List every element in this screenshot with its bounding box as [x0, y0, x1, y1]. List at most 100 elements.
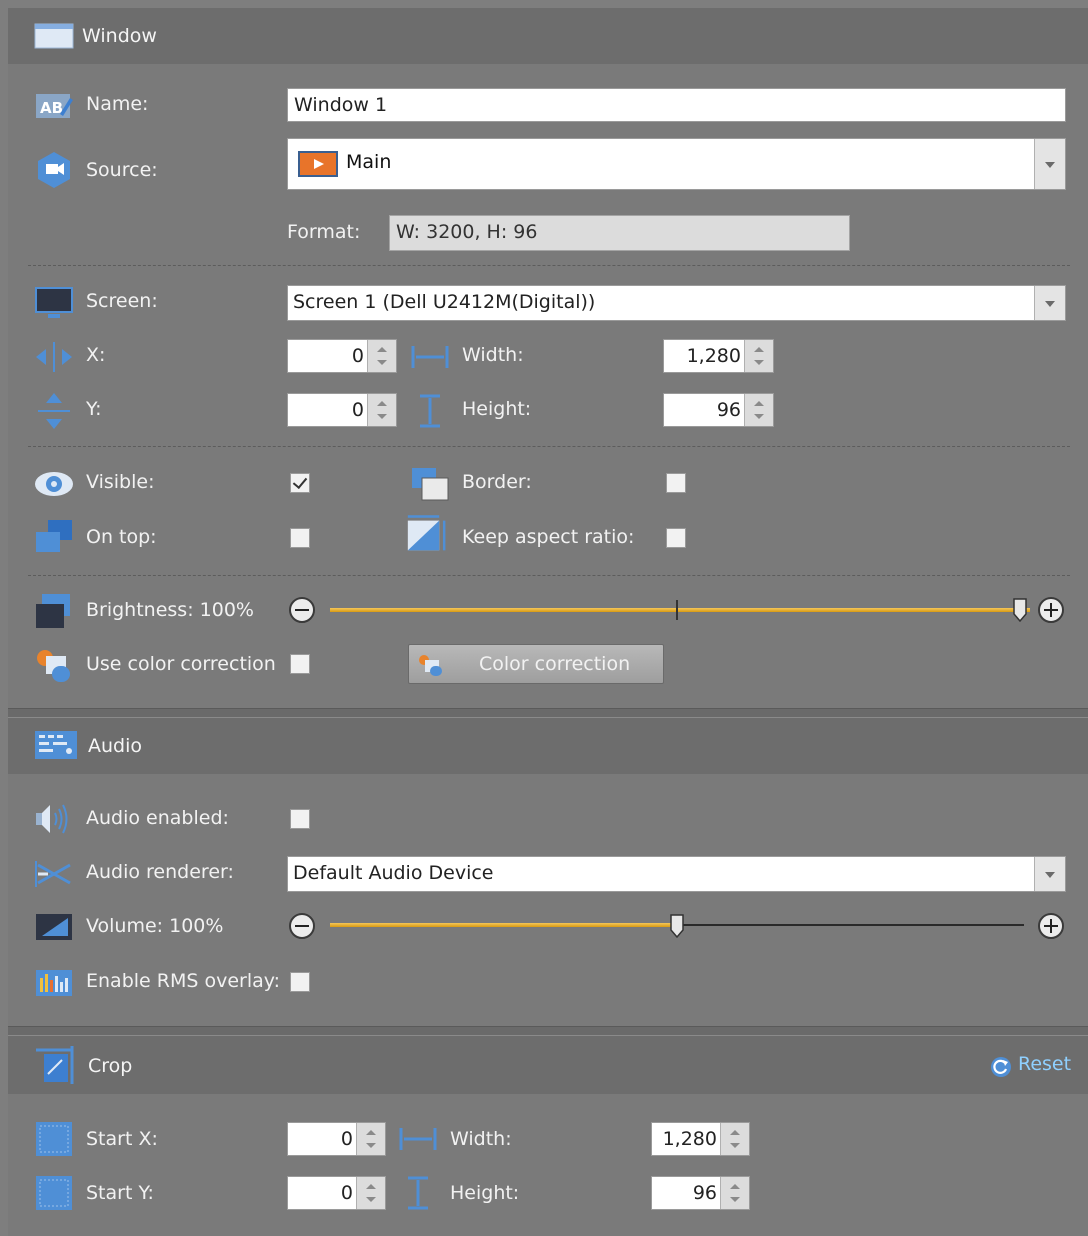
- brightness-icon: [36, 594, 70, 628]
- divider: [28, 575, 1070, 576]
- volume-decrease-button[interactable]: [289, 913, 315, 939]
- visible-checkbox[interactable]: [290, 473, 310, 493]
- color-correction-checkbox[interactable]: [290, 654, 310, 674]
- rename-icon: AB: [36, 94, 73, 118]
- media-play-icon: [298, 151, 338, 177]
- border-icon: [412, 468, 449, 501]
- reset-link-label: Reset: [1018, 1053, 1072, 1075]
- monitor-icon: [35, 287, 73, 318]
- vertical-position-icon: [38, 393, 70, 429]
- start-y-label: Start Y:: [86, 1182, 154, 1204]
- rms-label: Enable RMS overlay:: [86, 970, 281, 992]
- audio-section-header[interactable]: Audio: [8, 718, 1088, 774]
- width-spinbox[interactable]: 1,280: [663, 339, 774, 373]
- rms-checkbox[interactable]: [290, 972, 310, 992]
- source-dropdown-arrow[interactable]: [1034, 139, 1065, 189]
- height-icon: [420, 394, 440, 428]
- start-x-label: Start X:: [86, 1128, 158, 1150]
- y-value: 0: [351, 399, 364, 421]
- video-source-icon: [38, 152, 70, 188]
- height-spin-buttons[interactable]: [744, 394, 773, 426]
- height-value: 96: [716, 399, 741, 421]
- start-y-spinbox[interactable]: 0: [287, 1176, 386, 1210]
- start-x-value: 0: [340, 1128, 353, 1150]
- section-divider: [8, 708, 1088, 718]
- source-dropdown[interactable]: Main: [287, 138, 1066, 190]
- y-spinbox[interactable]: 0: [287, 393, 397, 427]
- volume-slider-thumb[interactable]: [670, 914, 684, 938]
- start-x-spinbox[interactable]: 0: [287, 1122, 386, 1156]
- name-input[interactable]: Window 1: [287, 88, 1066, 122]
- color-correction-icon: [37, 650, 70, 682]
- screen-dropdown-value: Screen 1 (Dell U2412M(Digital)): [293, 291, 596, 313]
- ontop-checkbox[interactable]: [290, 528, 310, 548]
- color-correction-label: Use color correction: [86, 653, 276, 675]
- x-value: 0: [351, 345, 364, 367]
- volume-icon: [36, 914, 72, 940]
- section-divider: [8, 1026, 1088, 1036]
- crop-height-spinbox[interactable]: 96: [651, 1176, 750, 1210]
- format-readonly-field: W: 3200, H: 96: [389, 215, 850, 251]
- y-spin-buttons[interactable]: [367, 394, 396, 426]
- crop-height-icon: [408, 1176, 428, 1210]
- brightness-label: Brightness: 100%: [86, 599, 254, 621]
- crop-height-label: Height:: [450, 1182, 520, 1204]
- border-label: Border:: [462, 471, 532, 493]
- aspect-ratio-icon: [407, 515, 446, 551]
- width-label: Width:: [462, 344, 524, 366]
- start-y-spin-buttons[interactable]: [356, 1177, 385, 1209]
- audio-renderer-dropdown[interactable]: Default Audio Device: [287, 856, 1066, 892]
- crop-height-spin-buttons[interactable]: [720, 1177, 749, 1209]
- brightness-slider-thumb[interactable]: [1012, 598, 1027, 622]
- divider: [28, 446, 1070, 447]
- volume-increase-button[interactable]: [1038, 913, 1064, 939]
- brightness-slider-track[interactable]: [330, 608, 1030, 612]
- crop-width-label: Width:: [450, 1128, 512, 1150]
- x-spin-buttons[interactable]: [367, 340, 396, 372]
- name-label: Name:: [86, 93, 149, 115]
- height-label: Height:: [462, 398, 532, 420]
- crop-width-spinbox[interactable]: 1,280: [651, 1122, 750, 1156]
- crop-icon: [36, 1046, 74, 1084]
- width-value: 1,280: [686, 345, 741, 367]
- color-correction-button-label: Color correction: [479, 653, 631, 675]
- x-spinbox[interactable]: 0: [287, 339, 397, 373]
- eye-icon: [35, 472, 73, 496]
- crop-width-spin-buttons[interactable]: [720, 1123, 749, 1155]
- audio-enabled-checkbox[interactable]: [290, 809, 310, 829]
- crop-section-header[interactable]: Crop Reset: [8, 1036, 1088, 1094]
- width-spin-buttons[interactable]: [744, 340, 773, 372]
- crop-width-icon: [399, 1128, 437, 1150]
- screen-dropdown-arrow[interactable]: [1034, 286, 1065, 320]
- crop-height-value: 96: [692, 1182, 717, 1204]
- border-checkbox[interactable]: [666, 473, 686, 493]
- y-label: Y:: [86, 398, 102, 420]
- x-label: X:: [86, 344, 106, 366]
- screen-dropdown[interactable]: Screen 1 (Dell U2412M(Digital)): [287, 285, 1066, 321]
- height-spinbox[interactable]: 96: [663, 393, 774, 427]
- brightness-decrease-button[interactable]: [289, 597, 315, 623]
- color-correction-button[interactable]: Color correction: [408, 644, 664, 684]
- start-x-spin-buttons[interactable]: [356, 1123, 385, 1155]
- crop-section-title: Crop: [88, 1055, 133, 1077]
- visible-label: Visible:: [86, 471, 155, 493]
- aspect-checkbox[interactable]: [666, 528, 686, 548]
- ontop-label: On top:: [86, 526, 157, 548]
- windows-stack-icon: [36, 520, 72, 552]
- audio-renderer-value: Default Audio Device: [293, 862, 494, 884]
- refresh-icon: [991, 1057, 1011, 1077]
- format-value: W: 3200, H: 96: [396, 221, 538, 243]
- screen-label: Screen:: [86, 290, 158, 312]
- brightness-increase-button[interactable]: [1038, 597, 1064, 623]
- speaker-icon: [36, 804, 68, 834]
- window-icon: [34, 23, 74, 49]
- volume-slider-fill: [330, 923, 677, 927]
- audio-renderer-dropdown-arrow[interactable]: [1034, 857, 1065, 891]
- window-section-title: Window: [82, 25, 157, 47]
- audio-mixer-icon: [35, 731, 77, 759]
- color-correction-button-icon: [419, 655, 442, 676]
- brightness-center-tick: [676, 600, 678, 620]
- window-section-header[interactable]: Window: [8, 8, 1088, 64]
- rms-meter-icon: [36, 970, 72, 996]
- format-label: Format:: [287, 221, 361, 243]
